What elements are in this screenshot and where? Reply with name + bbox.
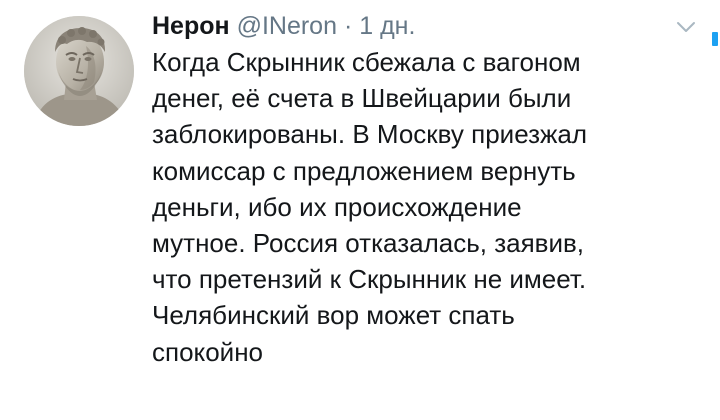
tweet-text-line: Когда Скрынник сбежала с вагоном — [152, 47, 581, 77]
author-handle[interactable]: @INeron — [237, 12, 337, 40]
tweet-text-line: заблокированы. В Москву приезжал — [152, 119, 588, 150]
tweet-menu-button[interactable] — [676, 20, 696, 34]
tweet-text: Когда Скрынник сбежала с вагоном денег, … — [152, 44, 697, 370]
tweet: Нерон @INeron · 1 дн. Когда Скрынник сбе… — [0, 0, 720, 420]
author-name[interactable]: Нерон — [152, 12, 230, 40]
timestamp[interactable]: 1 дн. — [359, 12, 415, 40]
marble-bust-avatar-icon — [24, 16, 134, 126]
avatar[interactable] — [24, 16, 134, 126]
tweet-text-line: денег, её счета в Швейцарии были — [152, 83, 572, 114]
tweet-text-line: мутное. Россия отказалась, заявив, — [152, 227, 585, 258]
tweet-text-line: комиссар с предложением вернуть — [152, 155, 576, 186]
tweet-text-line: спокойно — [152, 336, 264, 367]
tweet-header: Нерон @INeron · 1 дн. — [152, 10, 415, 42]
separator-dot: · — [343, 12, 353, 40]
tweet-text-line: что претензий к Скрынник не имеет. — [152, 264, 587, 295]
tweet-text-line: деньги, ибо их происхождение — [152, 191, 522, 222]
tweet-text-line: Челябинский вор может спать — [152, 300, 515, 331]
accent-indicator — [712, 32, 718, 46]
chevron-down-icon — [677, 22, 695, 32]
